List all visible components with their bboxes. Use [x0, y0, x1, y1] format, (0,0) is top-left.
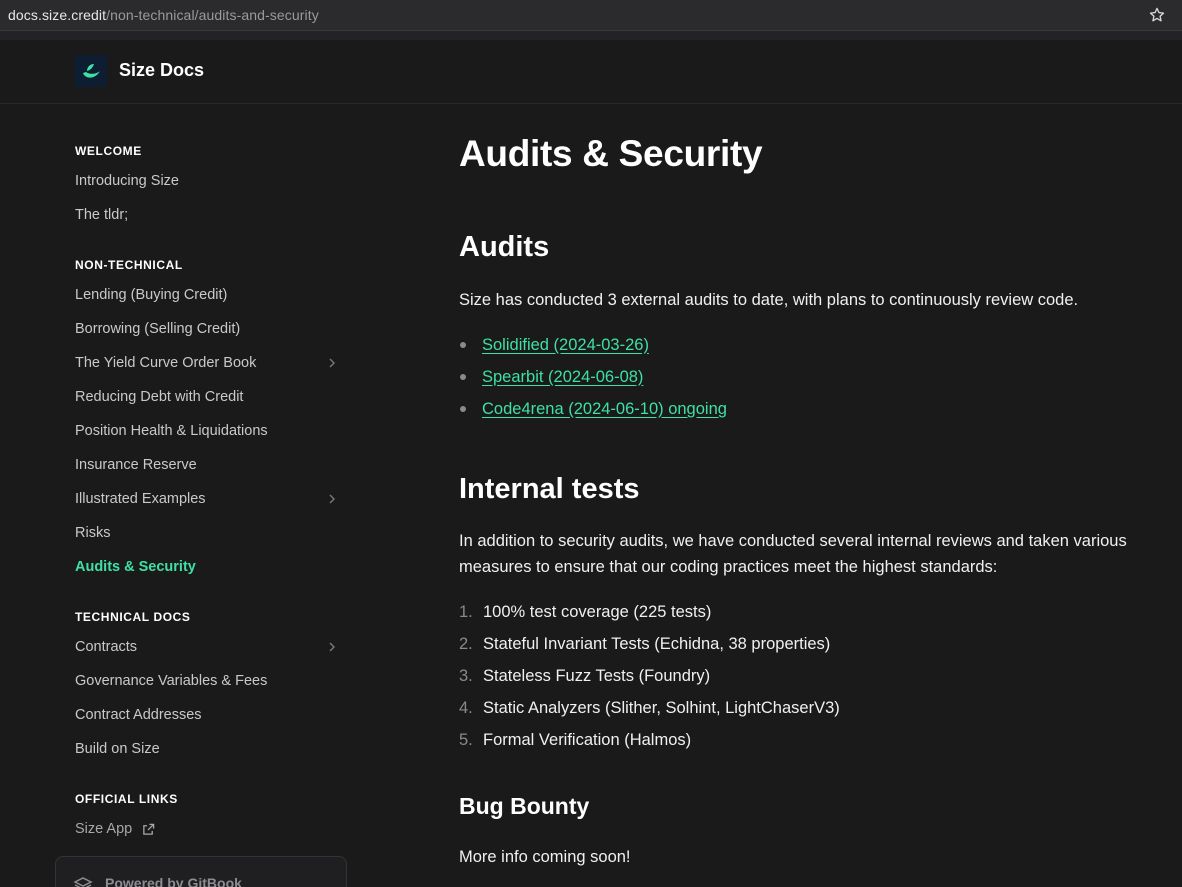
- sidebar-item-yield-curve-order-book[interactable]: The Yield Curve Order Book: [75, 348, 345, 378]
- sidebar-item-label: Insurance Reserve: [75, 457, 197, 473]
- bullet-dot: [460, 374, 466, 380]
- audit-link-solidified[interactable]: Solidified (2024-03-26): [482, 336, 649, 355]
- sidebar-item-reducing-debt[interactable]: Reducing Debt with Credit: [75, 382, 345, 412]
- sidebar-item-audits-security[interactable]: Audits & Security: [75, 552, 345, 582]
- list-item: 2. Stateful Invariant Tests (Echidna, 38 …: [459, 628, 840, 660]
- site-header: Size Docs: [0, 40, 1182, 104]
- powered-by-gitbook[interactable]: Powered by GitBook: [55, 856, 347, 887]
- sidebar-nav: WELCOME Introducing Size The tldr; NON-T…: [0, 105, 360, 887]
- sidebar-item-label: Reducing Debt with Credit: [75, 389, 244, 405]
- audit-link-spearbit[interactable]: Spearbit (2024-06-08): [482, 368, 643, 387]
- powered-by-label: Powered by GitBook: [105, 875, 242, 887]
- list-item: Solidified (2024-03-26): [459, 329, 727, 361]
- list-item-text: Formal Verification (Halmos): [483, 730, 692, 749]
- sidebar-item-build-on-size[interactable]: Build on Size: [75, 734, 345, 764]
- list-item: 1. 100% test coverage (225 tests): [459, 596, 840, 628]
- sidebar-item-tldr[interactable]: The tldr;: [75, 200, 345, 230]
- audit-link-code4rena[interactable]: Code4rena (2024-06-10) ongoing: [482, 400, 727, 419]
- sidebar-item-contracts[interactable]: Contracts: [75, 632, 345, 662]
- audit-links-list: Solidified (2024-03-26) Spearbit (2024-0…: [459, 329, 727, 425]
- chevron-right-icon[interactable]: [325, 356, 339, 370]
- list-item-text: Stateless Fuzz Tests (Foundry): [483, 666, 711, 685]
- internal-tests-heading: Internal tests: [459, 473, 640, 505]
- list-item: 5. Formal Verification (Halmos): [459, 724, 840, 756]
- sidebar-item-label: Build on Size: [75, 741, 160, 757]
- sidebar-item-label: Governance Variables & Fees: [75, 673, 268, 689]
- sidebar-item-lending[interactable]: Lending (Buying Credit): [75, 280, 345, 310]
- section-title-technical-docs: TECHNICAL DOCS: [75, 610, 191, 624]
- audits-intro: Size has conducted 3 external audits to …: [459, 291, 1079, 309]
- list-item: Spearbit (2024-06-08): [459, 361, 727, 393]
- list-item: 4. Static Analyzers (Slither, Solhint, Li…: [459, 692, 840, 724]
- sidebar-item-label: Illustrated Examples: [75, 491, 206, 507]
- sidebar-item-label: The Yield Curve Order Book: [75, 355, 257, 371]
- section-title-non-technical: NON-TECHNICAL: [75, 258, 183, 272]
- sidebar-item-illustrated-examples[interactable]: Illustrated Examples: [75, 484, 345, 514]
- list-item-text: 100% test coverage (225 tests): [483, 602, 712, 621]
- list-item: Code4rena (2024-06-10) ongoing: [459, 393, 727, 425]
- sidebar-item-borrowing[interactable]: Borrowing (Selling Credit): [75, 314, 345, 344]
- sidebar-item-label: Size App: [75, 821, 133, 837]
- sidebar-item-label: Introducing Size: [75, 173, 179, 189]
- sidebar-item-position-health[interactable]: Position Health & Liquidations: [75, 416, 345, 446]
- chevron-right-icon[interactable]: [325, 640, 339, 654]
- list-number: 1.: [459, 602, 473, 621]
- sidebar-item-governance[interactable]: Governance Variables & Fees: [75, 666, 345, 696]
- sidebar-item-label: Borrowing (Selling Credit): [75, 321, 241, 337]
- site-name[interactable]: Size Docs: [119, 60, 204, 81]
- internal-tests-list: 1. 100% test coverage (225 tests) 2. State…: [459, 596, 840, 756]
- sidebar-item-label: The tldr;: [75, 207, 129, 223]
- section-title-official-links: OFFICIAL LINKS: [75, 792, 178, 806]
- url-text[interactable]: docs.size.credit/non-technical/audits-an…: [8, 7, 319, 23]
- bullet-dot: [460, 406, 466, 412]
- sidebar-item-insurance-reserve[interactable]: Insurance Reserve: [75, 450, 345, 480]
- section-title-welcome: WELCOME: [75, 144, 142, 158]
- sidebar-item-introducing-size[interactable]: Introducing Size: [75, 166, 345, 196]
- sidebar-item-size-app[interactable]: Size App: [75, 814, 345, 844]
- list-number: 4.: [459, 698, 473, 717]
- list-number: 3.: [459, 666, 473, 685]
- bug-bounty-heading: Bug Bounty: [459, 793, 590, 819]
- chevron-right-icon[interactable]: [325, 492, 339, 506]
- sidebar-item-contract-addresses[interactable]: Contract Addresses: [75, 700, 345, 730]
- browser-toolbar-divider: [0, 31, 1182, 40]
- gitbook-icon: [73, 877, 93, 887]
- page-title: Audits & Security: [459, 133, 763, 174]
- browser-address-bar[interactable]: docs.size.credit/non-technical/audits-an…: [0, 0, 1182, 31]
- bookmark-star-icon[interactable]: [1148, 6, 1166, 24]
- sidebar-item-label: Contracts: [75, 639, 138, 655]
- sidebar-item-label: Risks: [75, 525, 111, 541]
- internal-tests-intro: In addition to security audits, we have …: [459, 532, 1127, 576]
- audits-heading: Audits: [459, 231, 550, 263]
- sidebar-item-risks[interactable]: Risks: [75, 518, 345, 548]
- sidebar-item-label: Lending (Buying Credit): [75, 287, 228, 303]
- bug-bounty-text: More info coming soon!: [459, 848, 631, 866]
- sidebar-item-label: Audits & Security: [75, 559, 196, 575]
- list-number: 2.: [459, 634, 473, 653]
- list-item: 3. Stateless Fuzz Tests (Foundry): [459, 660, 840, 692]
- sidebar-item-label: Position Health & Liquidations: [75, 423, 268, 439]
- list-number: 5.: [459, 730, 473, 749]
- size-logo-icon[interactable]: [75, 55, 107, 87]
- external-link-icon: [143, 823, 155, 835]
- list-item-text: Stateful Invariant Tests (Echidna, 38 pr…: [483, 634, 831, 653]
- sidebar-item-label: Contract Addresses: [75, 707, 202, 723]
- bullet-dot: [460, 342, 466, 348]
- list-item-text: Static Analyzers (Slither, Solhint, Ligh…: [483, 698, 840, 717]
